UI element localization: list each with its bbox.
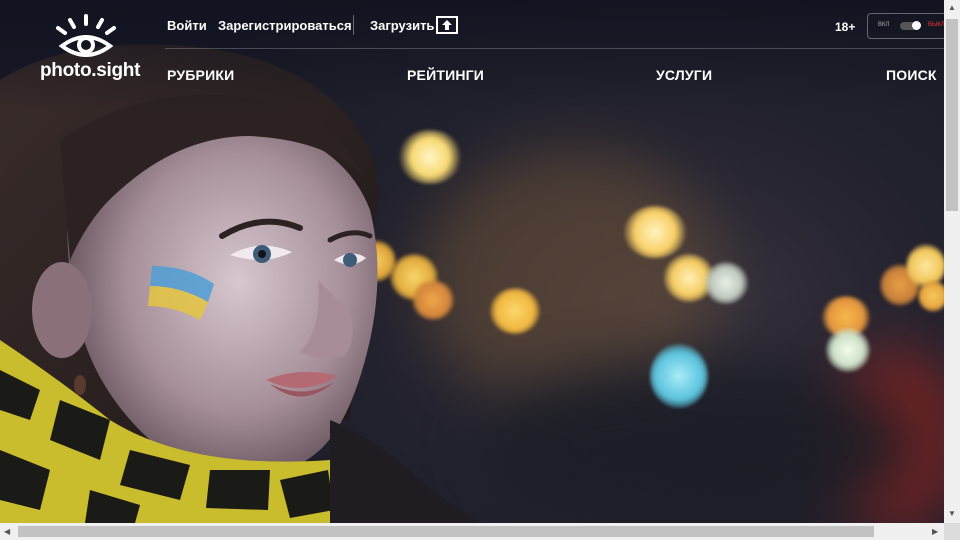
upload-link[interactable]: Загрузить — [370, 18, 434, 33]
vertical-scrollbar[interactable]: ▲ ▼ — [944, 0, 960, 523]
upload-icon[interactable] — [436, 16, 458, 34]
header-divider — [353, 15, 354, 35]
horizontal-scrollbar[interactable]: ◀ ▶ — [0, 523, 944, 540]
header-separator — [165, 48, 944, 49]
menu-search[interactable]: ПОИСК — [886, 67, 937, 83]
toggle-switch[interactable] — [900, 21, 921, 30]
bokeh-light — [490, 288, 540, 334]
bokeh-light — [624, 206, 686, 258]
logo-text: photo.sight — [40, 60, 141, 81]
bokeh-light-blue — [650, 344, 708, 408]
menu-ratings[interactable]: РЕЙТИНГИ — [407, 67, 484, 83]
toggle-off-label: ВКЛ — [878, 22, 890, 28]
scroll-right-icon[interactable]: ▶ — [932, 528, 938, 536]
bokeh-light — [826, 328, 870, 372]
menu-services[interactable]: УСЛУГИ — [656, 67, 712, 83]
scroll-up-icon[interactable]: ▲ — [948, 4, 956, 12]
site-header: photo.sight Войти Зарегистрироваться Заг… — [0, 0, 947, 110]
menu-rubrics[interactable]: РУБРИКИ — [167, 67, 234, 83]
scrollbar-corner — [944, 523, 960, 540]
toggle-knob — [912, 21, 921, 30]
site-logo[interactable]: photo.sight — [40, 14, 141, 84]
age-rating-label: 18+ — [835, 20, 856, 34]
scroll-down-icon[interactable]: ▼ — [948, 510, 956, 518]
adult-content-toggle[interactable]: ВКЛ ВЫКЛ — [867, 13, 947, 39]
bokeh-light — [918, 280, 944, 312]
toggle-on-label: ВЫКЛ — [928, 22, 945, 28]
portrait-figure — [0, 44, 480, 523]
logo-eye-icon — [56, 14, 116, 57]
scroll-left-icon[interactable]: ◀ — [4, 528, 10, 536]
register-link[interactable]: Зарегистрироваться — [218, 18, 352, 33]
login-link[interactable]: Войти — [167, 18, 207, 33]
vertical-scroll-thumb[interactable] — [946, 19, 958, 211]
bokeh-light — [704, 262, 748, 304]
horizontal-scroll-thumb[interactable] — [18, 526, 874, 537]
